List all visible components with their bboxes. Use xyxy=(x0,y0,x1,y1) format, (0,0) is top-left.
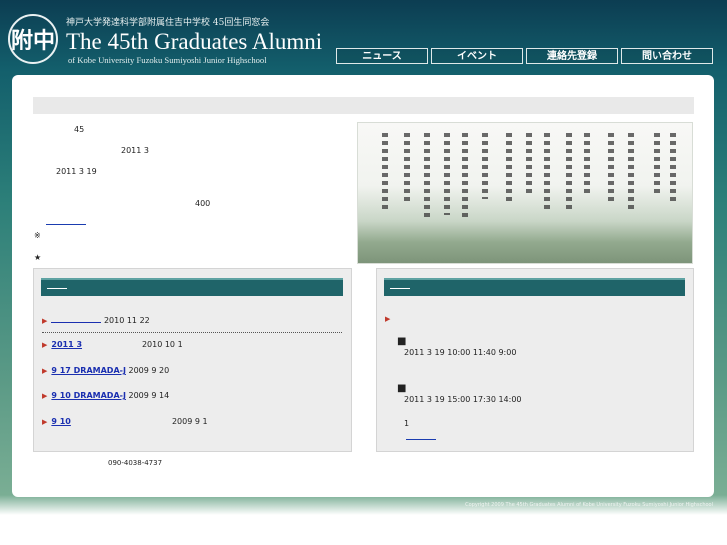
nav-contact-button[interactable]: 問い合わせ xyxy=(621,48,713,64)
event-note: 1 xyxy=(404,419,410,428)
arrow-icon: ▶ xyxy=(42,392,48,400)
news-link[interactable]: 9 10 DRAMADA-J xyxy=(51,391,126,400)
news-link[interactable]: 2011 3 xyxy=(51,340,139,349)
event-session: 2011 3 19 10:00 11:40 9:00 xyxy=(404,348,517,357)
event-marker: ■ xyxy=(397,383,407,394)
arrow-icon: ▶ xyxy=(385,315,391,323)
news-link[interactable]: 9 17 DRAMADA-J xyxy=(51,366,126,375)
intro-line: 400 xyxy=(195,199,211,208)
site-logo[interactable]: 附中 xyxy=(8,14,58,64)
event-marker: ■ xyxy=(397,336,407,347)
news-item: ▶ 2011 3 2010 10 1 xyxy=(42,340,183,349)
news-date: 2009 9 14 xyxy=(128,391,170,400)
news-box-header xyxy=(41,278,343,296)
nav-event-button[interactable]: イベント xyxy=(431,48,523,64)
news-item: ▶ 2010 11 22 xyxy=(42,315,150,325)
nav-news-button[interactable]: ニュース xyxy=(336,48,428,64)
event-session: 2011 3 19 15:00 17:30 14:00 xyxy=(404,395,522,404)
news-date: 2010 10 1 xyxy=(141,340,183,349)
arrow-icon: ▶ xyxy=(42,367,48,375)
arrow-icon: ▶ xyxy=(42,418,48,426)
nav-register-button[interactable]: 連絡先登録 xyxy=(526,48,618,64)
school-song-photo xyxy=(358,123,692,263)
arrow-icon: ▶ xyxy=(42,317,48,325)
news-item: ▶ 9 17 DRAMADA-J 2009 9 20 xyxy=(42,366,169,375)
main-nav: ニュース イベント 連絡先登録 問い合わせ xyxy=(336,48,713,64)
main-panel: 45 2011 3 2011 3 19 400 ※ ★ ▶ 2010 11 22 xyxy=(12,75,714,497)
intro-line: 2011 3 19 xyxy=(56,167,97,176)
event-link[interactable] xyxy=(406,433,436,442)
note-mark: ※ xyxy=(34,231,41,240)
news-item: ▶ 9 10 DRAMADA-J 2009 9 14 xyxy=(42,391,169,400)
school-name: 神戸大学発達科学部附属住吉中学校 45回生同窓会 xyxy=(66,18,270,28)
star-mark: ★ xyxy=(34,253,42,262)
page-title-bar xyxy=(33,97,694,114)
intro-line: 2011 3 xyxy=(121,146,149,155)
event-box-header xyxy=(384,278,685,296)
news-link[interactable]: 9 10 xyxy=(51,417,169,426)
news-box: ▶ 2010 11 22 ▶ 2011 3 2010 10 1 ▶ 9 17 DRA… xyxy=(33,268,352,452)
copyright-text: Copyright 2009 The 45th Graduates Alumni… xyxy=(465,502,713,508)
news-date: 2009 9 20 xyxy=(128,366,170,375)
arrow-icon: ▶ xyxy=(42,341,48,349)
site-subtitle: of Kobe University Fuzoku Sumiyoshi Juni… xyxy=(68,55,267,65)
news-date: 2010 11 22 xyxy=(103,316,150,325)
contact-phone: 090-4038-4737 xyxy=(108,459,163,467)
news-link[interactable] xyxy=(51,315,102,323)
news-item: ▶ 9 10 2009 9 1 xyxy=(42,417,208,426)
site-title[interactable]: The 45th Graduates Alumni xyxy=(66,29,322,55)
event-item: ▶ xyxy=(385,314,394,323)
event-box: ▶ ■ 2011 3 19 10:00 11:40 9:00 ■ 2011 3 … xyxy=(376,268,694,452)
news-date: 2009 9 1 xyxy=(171,417,208,426)
intro-line: 45 xyxy=(74,125,85,134)
